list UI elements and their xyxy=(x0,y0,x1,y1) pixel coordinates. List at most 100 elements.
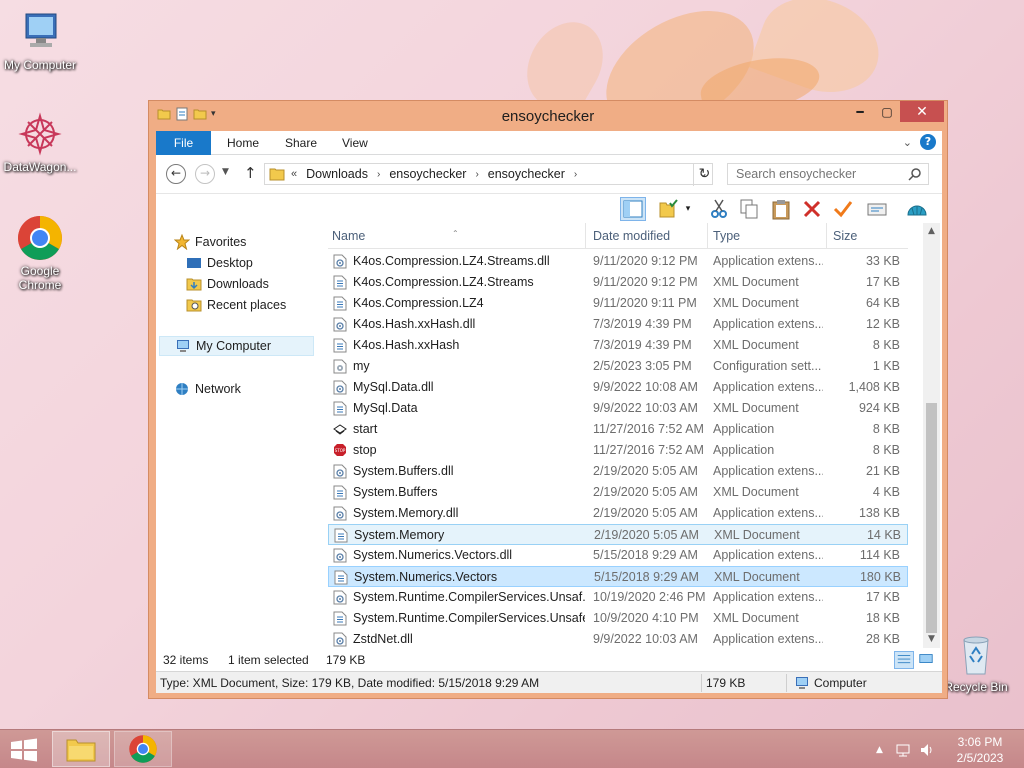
table-row[interactable]: System.Memory 2/19/2020 5:05 AM XML Docume… xyxy=(328,524,908,545)
file-name[interactable]: System.Memory.dll xyxy=(353,506,585,520)
file-name[interactable]: System.Numerics.Vectors.dll xyxy=(353,548,585,562)
table-row[interactable]: K4os.Compression.LZ4 9/11/2020 9:11 PM XML… xyxy=(328,293,908,314)
desktop-icon-datawagon[interactable]: DataWagon... xyxy=(0,110,80,174)
nav-favorites[interactable]: Favorites xyxy=(174,232,246,252)
table-row[interactable]: K4os.Hash.xxHash 7/3/2019 4:39 PM XML Docu… xyxy=(328,335,908,356)
file-name[interactable]: MySql.Data.dll xyxy=(353,380,585,394)
table-row[interactable]: MySql.Data.dll 9/9/2022 10:08 AM Applicati… xyxy=(328,377,908,398)
table-row[interactable]: System.Memory.dll 2/19/2020 5:05 AM Applic… xyxy=(328,503,908,524)
file-name[interactable]: System.Buffers.dll xyxy=(353,464,585,478)
network-icon[interactable] xyxy=(895,742,911,758)
nav-recent-places[interactable]: Recent places xyxy=(186,295,286,315)
chevron-down-icon[interactable]: ▾ xyxy=(682,197,694,221)
breadcrumb-overflow[interactable]: « xyxy=(291,168,297,180)
shell-button[interactable] xyxy=(904,197,930,221)
table-row[interactable]: ZstdNet.dll 9/9/2022 10:03 AM Application … xyxy=(328,629,908,650)
nav-downloads[interactable]: Downloads xyxy=(186,274,269,294)
table-row[interactable]: K4os.Compression.LZ4.Streams 9/11/2020 9:… xyxy=(328,272,908,293)
file-name[interactable]: K4os.Hash.xxHash.dll xyxy=(353,317,585,331)
table-row[interactable]: start 11/27/2016 7:52 AM Application 8 KB xyxy=(328,419,908,440)
expand-ribbon-icon[interactable]: ⌄ xyxy=(903,136,912,149)
close-button[interactable]: ✕ xyxy=(900,101,944,122)
rename-button[interactable] xyxy=(830,197,856,221)
recent-locations-dropdown[interactable]: ▼ xyxy=(222,167,229,177)
table-row[interactable]: System.Buffers 2/19/2020 5:05 AM XML Docum… xyxy=(328,482,908,503)
delete-button[interactable] xyxy=(799,197,825,221)
refresh-button[interactable]: ↻ xyxy=(693,164,715,186)
search-icon[interactable] xyxy=(908,167,922,181)
taskbar-chrome[interactable] xyxy=(114,731,172,767)
large-icons-view-button[interactable] xyxy=(917,651,937,669)
breadcrumb-ensoychecker[interactable]: ensoychecker xyxy=(389,167,466,181)
details-view-button[interactable] xyxy=(894,651,914,669)
tab-home[interactable]: Home xyxy=(215,131,271,155)
file-name[interactable]: System.Numerics.Vectors xyxy=(354,570,586,584)
breadcrumb-separator-icon[interactable]: › xyxy=(574,169,577,180)
file-name[interactable]: my xyxy=(353,359,585,373)
minimize-button[interactable]: ━ xyxy=(846,101,874,122)
back-button[interactable]: ← xyxy=(166,164,186,184)
file-name[interactable]: K4os.Compression.LZ4.Streams.dll xyxy=(353,254,585,268)
column-divider[interactable] xyxy=(585,223,586,249)
table-row[interactable]: K4os.Compression.LZ4.Streams.dll 9/11/202… xyxy=(328,251,908,272)
scroll-down-icon[interactable]: ▼ xyxy=(923,631,940,648)
file-name[interactable]: System.Runtime.CompilerServices.Unsaf... xyxy=(353,590,585,604)
desktop-icon-my-computer[interactable]: My Computer xyxy=(0,8,80,72)
maximize-button[interactable]: ▢ xyxy=(874,101,900,122)
column-type[interactable]: Type xyxy=(713,229,740,243)
column-name[interactable]: Name xyxy=(332,229,365,243)
file-name[interactable]: System.Memory xyxy=(354,528,586,542)
file-name[interactable]: ZstdNet.dll xyxy=(353,632,585,646)
tab-file[interactable]: File xyxy=(156,131,211,155)
paste-button[interactable] xyxy=(768,197,794,221)
file-name[interactable]: K4os.Compression.LZ4.Streams xyxy=(353,275,585,289)
table-row[interactable]: System.Runtime.CompilerServices.Unsaf...… xyxy=(328,587,908,608)
search-input[interactable] xyxy=(728,164,898,184)
file-name[interactable]: System.Runtime.CompilerServices.Unsafe xyxy=(353,611,585,625)
scroll-up-icon[interactable]: ▲ xyxy=(923,223,940,240)
vertical-scrollbar[interactable]: ▲ ▼ xyxy=(923,223,940,648)
table-row[interactable]: MySql.Data 9/9/2022 10:03 AM XML Document 9… xyxy=(328,398,908,419)
nav-desktop[interactable]: Desktop xyxy=(186,253,253,273)
file-name[interactable]: stop xyxy=(353,443,585,457)
column-divider[interactable] xyxy=(826,223,827,249)
nav-my-computer[interactable]: My Computer xyxy=(159,336,314,356)
file-name[interactable]: K4os.Compression.LZ4 xyxy=(353,296,585,310)
copy-button[interactable] xyxy=(736,197,762,221)
breadcrumb-separator-icon[interactable]: › xyxy=(377,169,380,180)
file-name[interactable]: start xyxy=(353,422,585,436)
table-row[interactable]: K4os.Hash.xxHash.dll 7/3/2019 4:39 PM Appl… xyxy=(328,314,908,335)
column-date-modified[interactable]: Date modified xyxy=(593,229,670,243)
table-row[interactable]: System.Runtime.CompilerServices.Unsafe 10… xyxy=(328,608,908,629)
preview-pane-button[interactable] xyxy=(620,197,646,221)
file-name[interactable]: K4os.Hash.xxHash xyxy=(353,338,585,352)
breadcrumb-ensoychecker-current[interactable]: ensoychecker xyxy=(488,167,565,181)
column-size[interactable]: Size xyxy=(833,229,857,243)
start-button[interactable] xyxy=(10,738,38,762)
file-name[interactable]: System.Buffers xyxy=(353,485,585,499)
desktop-icon-google-chrome[interactable]: Google Chrome xyxy=(0,214,80,292)
search-box[interactable] xyxy=(727,163,929,185)
column-divider[interactable] xyxy=(707,223,708,249)
nav-network[interactable]: Network xyxy=(174,379,241,399)
scroll-thumb[interactable] xyxy=(926,403,937,633)
breadcrumb-downloads[interactable]: Downloads xyxy=(306,167,368,181)
volume-icon[interactable] xyxy=(919,742,935,758)
show-hidden-icons-icon[interactable]: ▲ xyxy=(876,745,883,755)
address-field[interactable]: « Downloads › ensoychecker › ensoychecke… xyxy=(264,163,713,185)
help-icon[interactable]: ? xyxy=(920,134,936,150)
tab-share[interactable]: Share xyxy=(273,131,329,155)
table-row[interactable]: System.Numerics.Vectors.dll 5/15/2018 9:2… xyxy=(328,545,908,566)
clock[interactable]: 3:06 PM 2/5/2023 xyxy=(935,734,1024,766)
breadcrumb-separator-icon[interactable]: › xyxy=(475,169,478,180)
forward-button[interactable]: → xyxy=(195,164,215,184)
tab-view[interactable]: View xyxy=(330,131,380,155)
title-bar[interactable]: ▾ ensoychecker ━ ▢ ✕ xyxy=(149,101,947,131)
table-row[interactable]: my 2/5/2023 3:05 PM Configuration sett... 1… xyxy=(328,356,908,377)
table-row[interactable]: System.Numerics.Vectors 5/15/2018 9:29 AM… xyxy=(328,566,908,587)
table-row[interactable]: STOP stop 11/27/2016 7:52 AM Application 8 K… xyxy=(328,440,908,461)
up-button[interactable]: ↑ xyxy=(244,164,257,182)
taskbar-file-explorer[interactable] xyxy=(52,731,110,767)
desktop-icon-recycle-bin[interactable]: Recycle Bin xyxy=(936,630,1016,694)
folder-options-button[interactable] xyxy=(656,197,682,221)
